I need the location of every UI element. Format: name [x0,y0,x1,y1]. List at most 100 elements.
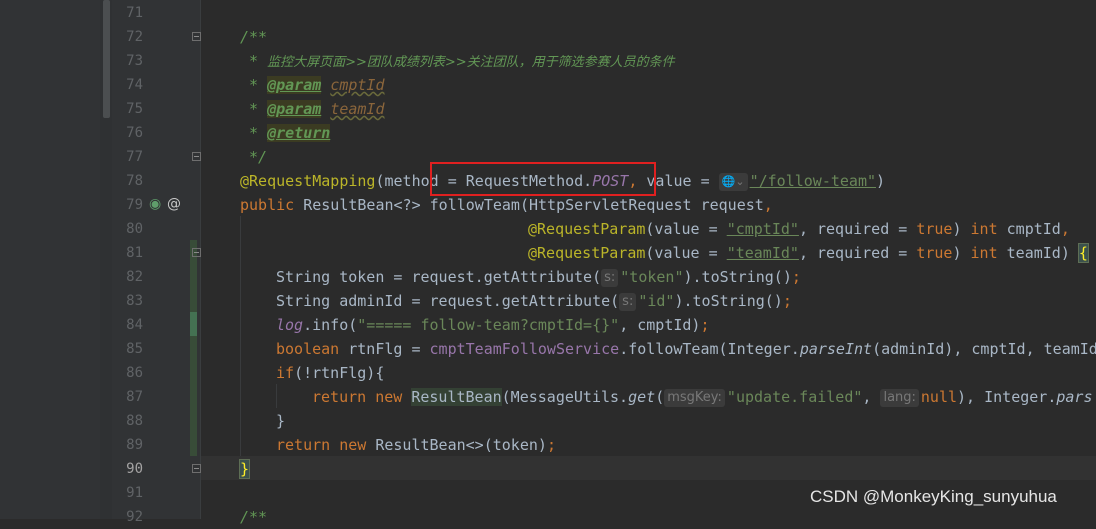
parameter-hint: lang: [880,389,919,407]
code-text: .info( [303,316,358,334]
code-text: , required = [798,220,917,238]
code-text: ) [876,172,886,190]
line-number: 84 [126,317,143,333]
code-punct: ; [782,292,792,310]
code-line: if(!rtnFlg){ [276,361,384,385]
annotation: @RequestParam [528,220,646,238]
static-field: log [276,316,304,334]
vcs-change-marker[interactable] [190,240,197,456]
code-text: ), Integer. [957,388,1057,406]
globe-icon[interactable]: 🌐⌄ [718,173,748,191]
string-literal: "update.failed" [726,388,863,406]
doc-tag: @param [267,100,322,118]
doc-star: * [240,52,268,70]
code-punct: , [763,196,773,214]
code-line: * @param cmptId [240,73,385,97]
code-text: , cmptId) [619,316,701,334]
code-text: (adminId), cmptId, teamId [872,340,1096,358]
line-number: 72 [126,29,143,45]
fold-marker[interactable] [192,464,201,473]
web-endpoint-icon[interactable]: ◉ [149,196,161,212]
code-line: } [238,457,251,481]
line-number: 76 [126,125,143,141]
line-number: 91 [126,485,143,501]
scrollbar-thumb[interactable] [103,0,110,118]
doc-comment-start: /** [240,28,268,46]
code-line: public ResultBean<?> followTeam(HttpServ… [240,193,773,217]
matched-brace: { [1077,243,1089,263]
annotation: @RequestMapping [240,172,376,190]
doc-tag: @param [267,76,322,94]
code-text: ).toString() [674,292,783,310]
line-number: 83 [126,293,143,309]
line-number: 79 [126,197,143,213]
code-text: (value = [645,244,727,262]
code-line: } [276,409,285,433]
indent-guide [240,216,241,456]
code-text: ResultBean<?> followTeam(HttpServletRequ… [303,196,764,214]
keyword: if [276,364,295,382]
line-number: 80 [126,221,143,237]
code-punct: ; [700,316,710,334]
code-text: ) [952,244,971,262]
code-line: log.info("===== follow-team?cmptId={}", … [276,313,710,337]
at-sign-icon[interactable]: @ [167,196,181,212]
line-number: 92 [126,509,143,525]
code-text: cmptId [1006,220,1061,238]
code-text: , [862,388,881,406]
code-text: ResultBean<>(token) [375,436,547,454]
doc-comment-end: */ [240,148,268,166]
line-number: 75 [126,101,143,117]
doc-star: * [240,76,268,94]
code-line: return new ResultBean(MessageUtils.get(m… [312,385,1093,409]
code-text: teamId) [1006,244,1079,262]
code-text: ( [655,388,665,406]
keyword: return new [312,388,412,406]
static-method: parseInt [799,340,873,358]
keyword: int [970,244,1007,262]
line-number: 77 [126,149,143,165]
code-text: (MessageUtils. [501,388,629,406]
fold-marker[interactable] [192,32,201,41]
string-literal: "cmptId" [726,220,799,238]
code-line: * @return [240,121,331,145]
code-line: @RequestParam(value = "cmptId", required… [528,217,1070,241]
parameter-hint: msgKey: [664,389,725,407]
line-number: 89 [126,437,143,453]
fold-marker[interactable] [192,152,201,161]
field-reference: cmptTeamFollowService [429,340,620,358]
string-literal: "teamId" [726,244,799,262]
string-literal: "token" [620,268,684,286]
fold-marker[interactable] [192,248,201,257]
static-method: get [628,388,656,406]
url-string[interactable]: "/follow-team" [750,172,876,190]
code-text: String adminId = request.getAttribute( [276,292,620,310]
code-line: String adminId = request.getAttribute(s:… [276,289,792,313]
doc-param-name: cmptId [330,76,385,94]
line-number: 73 [126,53,143,69]
keyword: boolean [276,340,349,358]
code-line: /** [240,505,267,529]
string-literal: "id" [638,292,675,310]
current-line-highlight [201,456,1096,480]
watermark: CSDN @MonkeyKing_sunyuhua [810,487,1057,506]
keyword: null [920,388,958,406]
line-number: 71 [126,5,143,21]
code-text: } [276,412,286,430]
left-panel [0,0,100,519]
line-number: 86 [126,365,143,381]
code-text: (value = [645,220,727,238]
doc-tag: @return [267,124,331,142]
doc-star: * [240,100,268,118]
vcs-modified-marker[interactable] [190,312,197,336]
line-number: 78 [126,173,143,189]
code-punct: ; [546,436,556,454]
code-punct: ; [791,268,801,286]
current-line-number: 90 [126,461,143,477]
code-text: ).toString() [683,268,792,286]
code-punct: , [1060,220,1070,238]
code-text: (!rtnFlg){ [294,364,385,382]
class-reference: ResultBean [411,388,502,406]
code-text: , required = [798,244,917,262]
annotation: @RequestParam [528,244,646,262]
